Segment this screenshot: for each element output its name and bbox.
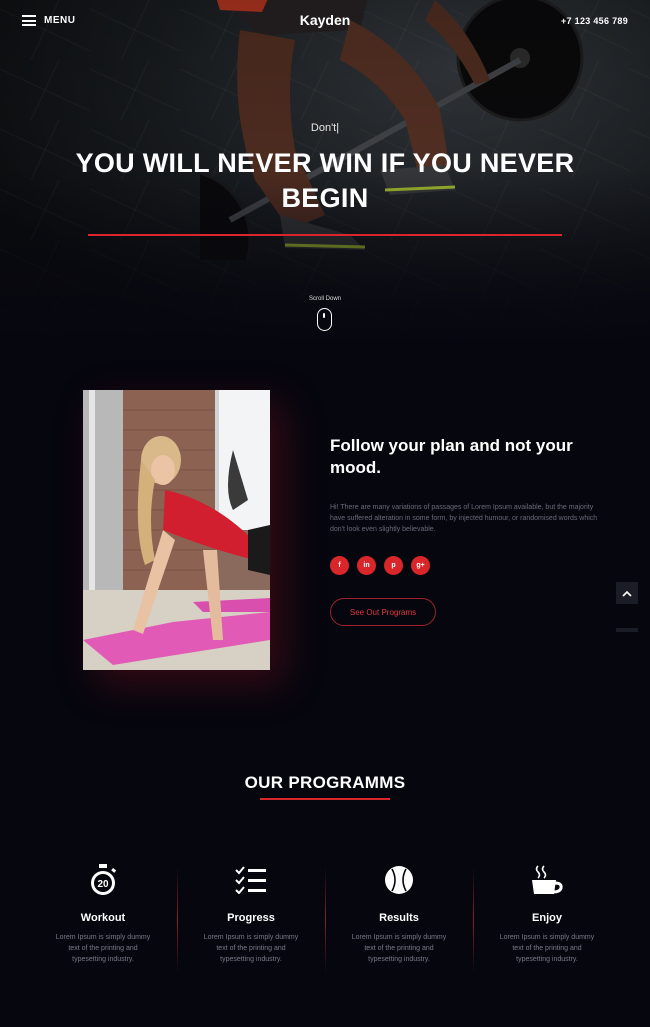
program-description: Lorem Ipsum is simply dummy text of the …: [203, 934, 299, 963]
program-name: Workout: [80, 912, 126, 924]
program-card-enjoy[interactable]: Enjoy Lorem Ipsum is simply dummy text o…: [473, 862, 621, 974]
chevron-up-icon: [622, 590, 632, 597]
about-title: Follow your plan and not your mood.: [330, 435, 620, 479]
phone-number[interactable]: +7 123 456 789: [561, 16, 628, 26]
yoga-photo: [83, 390, 270, 670]
svg-text:20: 20: [97, 879, 109, 890]
mouse-scroll-icon[interactable]: [317, 308, 332, 331]
stopwatch-20-icon: 20: [91, 864, 117, 895]
program-name: Progress: [227, 912, 275, 924]
program-name: Results: [379, 912, 419, 924]
program-description: Lorem Ipsum is simply dummy text of the …: [55, 934, 151, 963]
hero-section: MENU Kayden +7 123 456 789 Don't| YOU WI…: [0, 0, 650, 340]
hero-headline: YOU WILL NEVER WIN IF YOU NEVER BEGIN: [60, 146, 590, 216]
about-title-line1: Follow your plan and not your: [330, 436, 573, 455]
top-nav: MENU Kayden +7 123 456 789: [0, 0, 650, 44]
baseball-icon: [385, 866, 413, 894]
linkedin-icon[interactable]: in: [357, 556, 376, 575]
program-card-workout[interactable]: 20 Workout Lorem Ipsum is simply dummy t…: [29, 862, 177, 974]
program-card-progress[interactable]: Progress Lorem Ipsum is simply dummy tex…: [177, 862, 325, 974]
typed-text: Don't|: [310, 122, 340, 134]
see-programs-button[interactable]: See Out Programs: [330, 598, 436, 626]
programs-title: OUR PROGRAMMS: [244, 773, 406, 792]
hero-headline-line1: YOU WILL NEVER WIN IF YOU NEVER: [75, 148, 575, 178]
facebook-icon[interactable]: f: [330, 556, 349, 575]
about-title-line2: mood.: [330, 458, 381, 477]
social-links: f in p g+: [330, 556, 430, 575]
program-description: Lorem Ipsum is simply dummy text of the …: [351, 934, 447, 963]
programs-divider: [260, 798, 390, 800]
program-name: Enjoy: [532, 912, 562, 924]
coffee-cup-icon: [532, 865, 563, 894]
program-card-results[interactable]: Results Lorem Ipsum is simply dummy text…: [325, 862, 473, 974]
back-to-top-button[interactable]: [616, 582, 638, 604]
about-description: Hi! There are many variations of passage…: [330, 504, 598, 533]
program-description: Lorem Ipsum is simply dummy text of the …: [499, 934, 595, 963]
hero-headline-line2: BEGIN: [281, 183, 369, 213]
checklist-icon: [235, 866, 266, 894]
hero-divider: [88, 234, 562, 236]
google-plus-icon[interactable]: g+: [411, 556, 430, 575]
pinterest-icon[interactable]: p: [384, 556, 403, 575]
scroll-indicator: [616, 628, 638, 632]
brand-logo[interactable]: Kayden: [0, 12, 650, 28]
scroll-down-label[interactable]: Scroll Down: [0, 296, 650, 302]
